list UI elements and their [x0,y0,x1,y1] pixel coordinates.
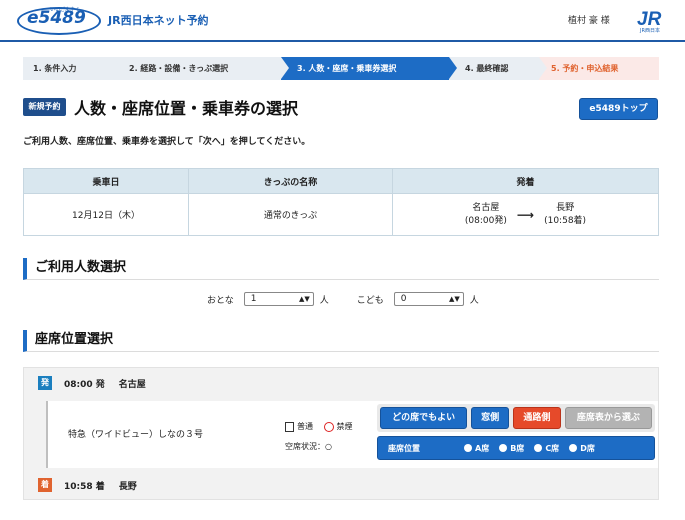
logo-text[interactable]: e5489 [27,8,86,28]
availability: 空席状況：○ [285,442,332,451]
arrival-station: 長野 [118,481,137,492]
departure-tag: 発 [38,376,52,390]
svg-text:JR西日本: JR西日本 [639,27,660,34]
jr-west-logo-icon: JR JR西日本 [637,9,662,34]
user-name: 植村 豪 様 [568,16,610,26]
trip-summary-table: 乗車日 きっぷの名称 発着 12月12日（木） 通常のきっぷ 名古屋 (08:0… [23,168,659,236]
site-name: JR西日本ネット予約 [108,14,209,27]
no-smoking-icon [323,421,334,432]
seat-d-radio[interactable]: D席 [569,443,595,454]
aisle-seat-button[interactable]: 通路側 [513,407,561,429]
seat-position-bar: 座席位置 A席 B席 C席 D席 [377,436,655,460]
adult-unit: 人 [319,295,329,306]
step-4: 4. 最終確認 [449,57,547,80]
people-section-heading: ご利用人数選択 [23,258,659,280]
page-title: 人数・座席位置・乗車券の選択 [74,99,299,118]
window-seat-button[interactable]: 窓側 [471,407,510,429]
step-2: 2. 経路・設備・きっぷ選択 [113,57,289,80]
arrival-station: 長野 [556,202,575,213]
train-name: 特急（ワイドビュー）しなの３号 [68,430,204,440]
trip-date: 12月12日（木） [23,193,189,236]
step-5: 5. 予約・申込結果 [539,57,659,80]
train-segment: 特急（ワイドビュー）しなの３号 普通 禁煙 空席状況：○ どの席でもよい 窓側 … [46,401,658,468]
svg-text:JR: JR [637,9,662,30]
adult-label: おとな [207,295,234,306]
header-route: 発着 [392,168,659,194]
child-count-select[interactable]: 0 ▲▼ [393,292,464,306]
header-date: 乗車日 [23,168,189,194]
departure-row: 発 08:00 発 名古屋 [38,376,146,390]
child-label: こども [356,295,384,306]
step-1: 1. 条件入力 [23,57,121,80]
departure-time: (08:00発) [464,215,507,226]
select-caret-icon: ▲▼ [298,295,310,303]
step-3-current: 3. 人数・座席・乗車券選択 [281,57,457,80]
ordinary-car-icon [285,421,294,432]
instruction-text: ご利用人数、座席位置、乗車券を選択して「次へ」を押してください。 [23,137,311,147]
arrival-time: (10:58着) [544,215,587,226]
e5489-top-button[interactable]: e5489トップ [579,98,658,120]
arrival-row: 着 10:58 着 長野 [38,478,137,492]
new-reservation-badge: 新規予約 [23,98,66,116]
seat-a-radio[interactable]: A席 [464,443,489,454]
people-selector: おとな 1 ▲▼ 人 こども 0 ▲▼ 人 [207,292,479,306]
seat-position-label: 座席位置 [388,443,420,453]
departure-time: 08:00 発 [64,379,105,390]
header-ticket-name: きっぷの名称 [188,168,393,194]
site-header: いいごよやく e5489 JR西日本ネット予約 植村 豪 様 JR JR西日本 [0,0,685,42]
any-seat-button[interactable]: どの席でもよい [380,407,468,429]
arrival-time: 10:58 着 [64,481,105,492]
seat-info: 普通 禁煙 空席状況：○ [285,417,353,457]
child-unit: 人 [469,295,479,306]
select-caret-icon: ▲▼ [448,295,460,303]
seat-selection-box: 発 08:00 発 名古屋 特急（ワイドビュー）しなの３号 普通 禁煙 空席状況… [23,367,659,500]
smoking-status: 禁煙 [336,422,353,431]
seat-preference-buttons: どの席でもよい 窓側 通路側 座席表から選ぶ [377,404,655,432]
car-type: 普通 [297,422,313,431]
arrival-tag: 着 [38,478,52,492]
ticket-name: 通常のきっぷ [188,193,393,236]
departure-station: 名古屋 [472,202,500,213]
seat-b-radio[interactable]: B席 [499,443,524,454]
adult-count-select[interactable]: 1 ▲▼ [243,292,314,306]
seat-c-radio[interactable]: C席 [534,443,559,454]
route-cell: 名古屋 (08:00発) ⟶ 長野 (10:58着) [392,193,659,236]
seat-section-heading: 座席位置選択 [23,330,659,352]
seat-map-button[interactable]: 座席表から選ぶ [564,407,653,429]
route-arrow-icon: ⟶ [516,207,535,222]
progress-steps: 1. 条件入力 2. 経路・設備・きっぷ選択 3. 人数・座席・乗車券選択 4.… [23,57,659,80]
departure-station: 名古屋 [118,379,146,390]
seat-button-area: どの席でもよい 窓側 通路側 座席表から選ぶ 座席位置 A席 B席 C席 D席 [377,404,655,464]
